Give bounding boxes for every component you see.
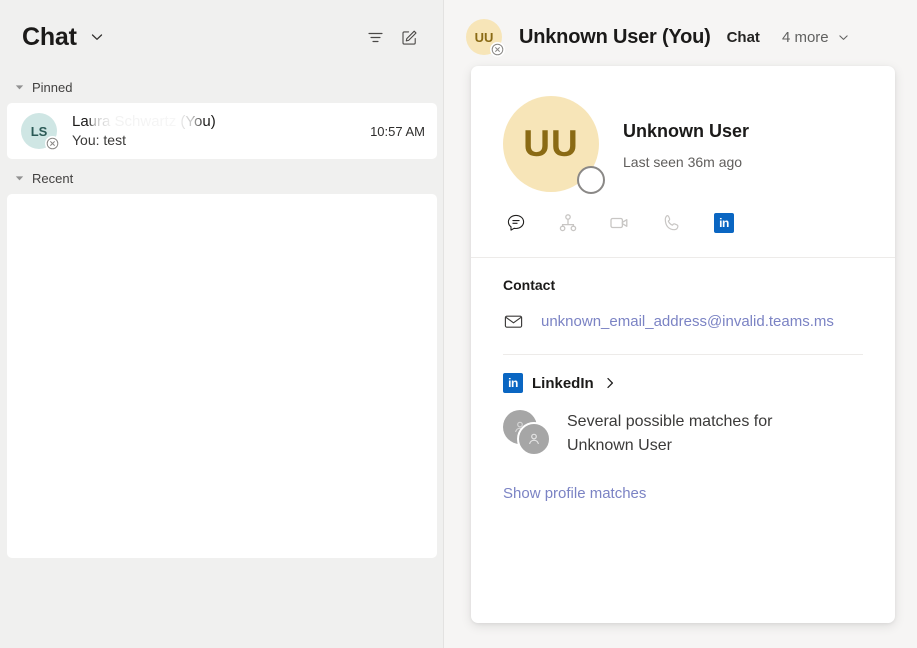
contact-section: Contact unknown_email_address@invalid.te… — [471, 258, 895, 332]
avatar: UU — [503, 96, 605, 194]
chevron-down-icon — [837, 31, 850, 44]
conversation-header: UU Unknown User (You) Chat 4 more — [444, 0, 917, 74]
unknown-presence-icon — [45, 136, 60, 151]
contact-heading: Contact — [503, 277, 556, 293]
envelope-icon — [503, 311, 525, 332]
tab-more-dropdown[interactable]: 4 more — [782, 29, 850, 46]
linkedin-match-row: Several possible matches for Unknown Use… — [503, 410, 863, 458]
chat-list-header: Chat — [0, 0, 444, 74]
section-header-pinned[interactable]: Pinned — [0, 74, 444, 100]
offline-ring-icon — [577, 166, 605, 194]
chat-item-text: Laura Schwartz (You) You: test — [72, 112, 362, 150]
linkedin-logo-mark: in — [714, 213, 734, 233]
caret-down-icon — [12, 80, 26, 94]
profile-identity: Unknown User Last seen 36m ago — [623, 96, 749, 192]
show-profile-matches-link[interactable]: Show profile matches — [503, 485, 646, 502]
tab-more-label: 4 more — [781, 28, 829, 46]
chevron-right-icon — [603, 376, 617, 390]
chat-list-item-pinned[interactable]: LS Laura Schwartz (You) You: test 10:57 … — [7, 103, 437, 159]
contact-email-row: unknown_email_address@invalid.teams.ms — [503, 311, 863, 332]
avatar: LS — [21, 113, 60, 151]
conversation-title: Unknown User (You) — [519, 25, 711, 48]
filter-icon[interactable] — [358, 20, 392, 54]
chat-item-timestamp: 10:57 AM — [370, 123, 425, 139]
avatar: UU — [466, 19, 505, 57]
section-label-pinned: Pinned — [32, 79, 73, 95]
recent-chat-list-empty — [7, 194, 437, 558]
compose-new-chat-icon[interactable] — [392, 20, 426, 54]
tab-chat[interactable]: Chat — [727, 29, 760, 46]
chat-bubble-icon[interactable] — [503, 210, 529, 236]
linkedin-icon[interactable]: in — [711, 210, 737, 236]
profile-last-seen: Last seen 36m ago — [623, 154, 743, 170]
unknown-presence-icon — [490, 42, 505, 57]
person-avatar-front — [517, 422, 551, 456]
conversation-pane: UU Unknown User (You) Chat 4 more UU Unk… — [444, 0, 917, 648]
chat-list-pane: Chat Pinned LS Laura Schwartz (You) You:… — [0, 0, 444, 648]
chat-item-name: Laura Schwartz (You) — [72, 112, 362, 131]
org-chart-icon[interactable] — [555, 210, 581, 236]
teams-chat-window: Chat Pinned LS Laura Schwartz (You) You:… — [0, 0, 917, 648]
profile-card: UU Unknown User Last seen 36m ago in Con… — [471, 66, 895, 623]
linkedin-section-header[interactable]: in LinkedIn — [503, 373, 863, 393]
page-title: Chat — [22, 22, 77, 51]
phone-icon[interactable] — [659, 210, 685, 236]
linkedin-section: in LinkedIn Several possible matches for… — [471, 355, 895, 458]
section-header-recent[interactable]: Recent — [0, 165, 444, 191]
profile-header: UU Unknown User Last seen 36m ago — [471, 66, 895, 194]
linkedin-label: LinkedIn — [532, 374, 594, 392]
profile-name: Unknown User — [623, 121, 750, 141]
profile-action-row: in — [471, 192, 895, 236]
chevron-down-icon[interactable] — [89, 29, 105, 45]
people-group-icon — [503, 410, 553, 456]
linkedin-icon: in — [503, 373, 523, 393]
caret-down-icon — [12, 171, 26, 185]
section-label-recent: Recent — [32, 170, 74, 186]
chat-item-name-text: Laura Schwartz (You) — [72, 113, 216, 130]
linkedin-match-text: Several possible matches for Unknown Use… — [567, 413, 773, 454]
video-camera-icon[interactable] — [607, 210, 633, 236]
chat-item-preview: You: test — [72, 132, 126, 148]
contact-email-link[interactable]: unknown_email_address@invalid.teams.ms — [541, 313, 834, 330]
